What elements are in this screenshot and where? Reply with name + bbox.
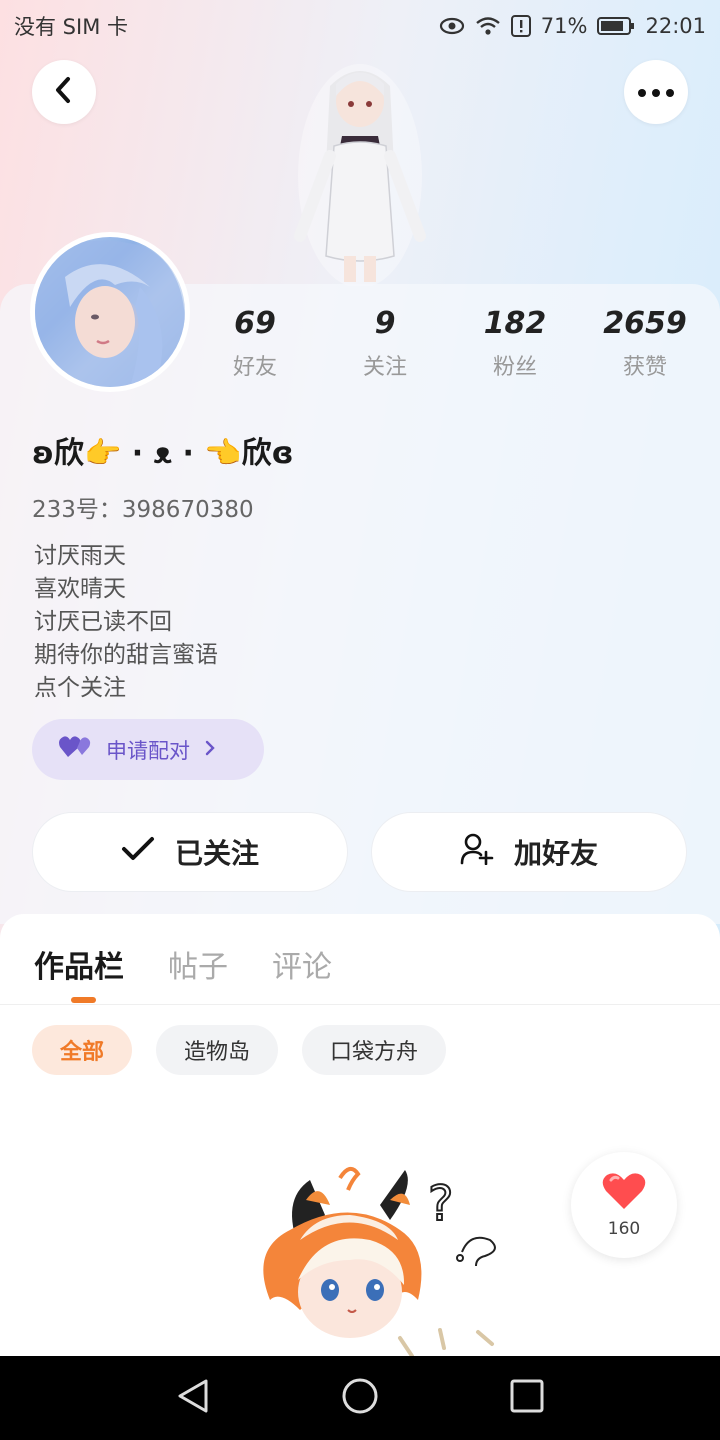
chevron-right-icon bbox=[204, 738, 216, 762]
bio-line: 讨厌雨天 bbox=[34, 543, 126, 569]
chip-creation-island[interactable]: 造物岛 bbox=[156, 1025, 279, 1075]
stat-value: 9 bbox=[374, 306, 396, 341]
bio-line: 喜欢晴天 bbox=[34, 576, 126, 602]
user-id-value: 398670380 bbox=[121, 497, 254, 523]
bio-line: 讨厌已读不回 bbox=[34, 609, 172, 635]
user-id-label: 233号： bbox=[32, 497, 122, 523]
bio-line: 期待你的甜言蜜语 bbox=[34, 642, 218, 668]
status-bar: 没有 SIM 卡 71% 22:01 bbox=[0, 0, 720, 52]
content-tabs: 作品栏 帖子 评论 bbox=[34, 942, 332, 986]
empty-state-mascot: ? bbox=[240, 1160, 510, 1360]
svg-text:?: ? bbox=[428, 1176, 453, 1232]
avatar-photo bbox=[35, 237, 185, 387]
like-count: 160 bbox=[607, 1219, 641, 1239]
add-friend-label: 加好友 bbox=[513, 837, 598, 870]
check-icon bbox=[121, 836, 155, 869]
tabs-divider bbox=[0, 1004, 720, 1005]
nav-back-button[interactable] bbox=[163, 1368, 223, 1428]
stat-friends[interactable]: 69 好友 bbox=[195, 306, 315, 381]
filter-chips: 全部 造物岛 口袋方舟 bbox=[32, 1025, 447, 1075]
like-button[interactable]: 160 bbox=[571, 1152, 677, 1258]
double-heart-icon bbox=[58, 735, 92, 764]
wifi-icon bbox=[475, 16, 501, 36]
circle-home-icon bbox=[341, 1377, 379, 1419]
chip-pocket-ark[interactable]: 口袋方舟 bbox=[302, 1025, 447, 1075]
nav-recents-button[interactable] bbox=[497, 1368, 557, 1428]
stat-value: 2659 bbox=[603, 306, 687, 341]
stat-likes[interactable]: 2659 获赞 bbox=[585, 306, 705, 381]
battery-icon bbox=[597, 16, 635, 36]
stat-label: 获赞 bbox=[622, 355, 667, 380]
bio: 讨厌雨天 喜欢晴天 讨厌已读不回 期待你的甜言蜜语 点个关注 bbox=[34, 540, 218, 705]
stat-label: 粉丝 bbox=[492, 355, 537, 380]
eye-icon bbox=[439, 17, 465, 35]
clock-time: 22:01 bbox=[645, 14, 706, 38]
followed-button[interactable]: 已关注 bbox=[32, 812, 348, 892]
nav-home-button[interactable] bbox=[330, 1368, 390, 1428]
more-button[interactable] bbox=[624, 60, 688, 124]
triangle-back-icon bbox=[176, 1378, 210, 1418]
active-tab-indicator bbox=[71, 997, 96, 1003]
stat-value: 69 bbox=[234, 306, 276, 341]
bio-line: 点个关注 bbox=[34, 675, 126, 701]
battery-percent: 71% bbox=[540, 14, 588, 38]
stat-following[interactable]: 9 关注 bbox=[325, 306, 445, 381]
avatar-3d-figure bbox=[290, 56, 430, 288]
tab-comments[interactable]: 评论 bbox=[272, 942, 332, 986]
nickname: ʚ欣👉 · ᴥ · 👈欣ɞ bbox=[32, 436, 294, 471]
pair-request-button[interactable]: 申请配对 bbox=[32, 719, 264, 780]
system-nav-bar bbox=[0, 1356, 720, 1440]
add-user-icon bbox=[460, 833, 494, 872]
stat-label: 好友 bbox=[232, 355, 277, 380]
avatar[interactable] bbox=[30, 232, 190, 392]
add-friend-button[interactable]: 加好友 bbox=[371, 812, 687, 892]
chip-all[interactable]: 全部 bbox=[32, 1025, 133, 1075]
tab-posts[interactable]: 帖子 bbox=[168, 942, 228, 986]
stat-label: 关注 bbox=[362, 355, 407, 380]
back-button[interactable] bbox=[32, 60, 96, 124]
tab-works[interactable]: 作品栏 bbox=[34, 942, 124, 986]
chevron-left-icon bbox=[53, 76, 75, 108]
alert-icon bbox=[510, 15, 531, 37]
profile-stats: 69 好友 9 关注 182 粉丝 2659 获赞 bbox=[190, 306, 710, 381]
stat-value: 182 bbox=[483, 306, 547, 341]
user-id: 233号：398670380 bbox=[32, 490, 254, 524]
more-dots-icon bbox=[637, 83, 675, 102]
followed-label: 已关注 bbox=[174, 837, 259, 870]
stat-fans[interactable]: 182 粉丝 bbox=[455, 306, 575, 381]
square-recents-icon bbox=[510, 1379, 544, 1417]
pair-request-label: 申请配对 bbox=[106, 738, 190, 763]
heart-icon bbox=[601, 1171, 647, 1215]
carrier-text: 没有 SIM 卡 bbox=[14, 15, 128, 39]
